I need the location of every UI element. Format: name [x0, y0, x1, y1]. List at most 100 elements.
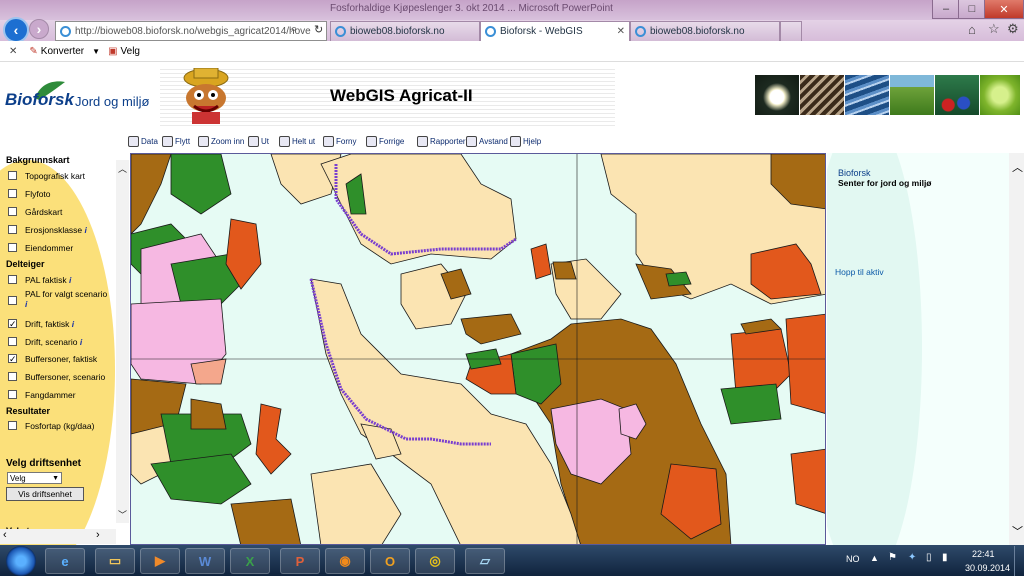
tool-reports[interactable]: Rapporter — [417, 134, 466, 148]
home-icon[interactable]: ⌂ — [968, 22, 976, 37]
info-icon[interactable]: i — [80, 337, 82, 347]
tool-previous[interactable]: Forrige — [366, 134, 404, 148]
tool-zoom-in[interactable]: Zoom inn — [198, 134, 244, 148]
layer-label: Flyfoto — [25, 189, 51, 199]
maximize-button[interactable]: □ — [958, 0, 986, 19]
map-canvas[interactable] — [130, 153, 826, 545]
firefox-icon[interactable]: ◉ — [325, 548, 365, 574]
scroll-up-icon[interactable]: ︿ — [118, 162, 127, 175]
help-icon — [510, 135, 521, 147]
settings-icon[interactable]: ⚙ — [1007, 21, 1019, 37]
outlook-icon[interactable]: O — [370, 548, 410, 574]
operation-unit-select[interactable]: Velg ▼ — [7, 472, 62, 484]
zoom-out-icon — [248, 135, 259, 147]
tool-pan[interactable]: Flytt — [162, 134, 190, 148]
favorites-icon[interactable]: ☆ — [988, 21, 1000, 37]
tab-1[interactable]: bioweb08.bioforsk.no — [330, 21, 480, 41]
layer-label: Buffersoner, faktisk — [25, 354, 98, 364]
signal-icon[interactable]: ▮ — [942, 552, 948, 563]
tool-zoom-out[interactable]: Ut — [248, 134, 269, 148]
start-button[interactable] — [6, 546, 36, 576]
search-icon[interactable]: ⌕ — [291, 23, 297, 36]
back-button[interactable]: ‹ — [3, 17, 29, 43]
language-indicator[interactable]: NO — [846, 554, 860, 564]
info-icon[interactable]: i — [72, 319, 74, 329]
folder-icon[interactable]: ▱ — [465, 548, 505, 574]
flag-icon[interactable]: ⚑ — [888, 552, 897, 563]
command-bar: ✕ ✎ Konverter ▼ ▣ Velg — [0, 41, 1024, 62]
layer-checkbox-buffer-actual[interactable]: ✓ — [8, 354, 17, 364]
tool-distance[interactable]: Avstand — [466, 134, 508, 148]
tool-refresh[interactable]: Forny — [323, 134, 356, 148]
refresh-icon — [323, 135, 334, 147]
clock-date[interactable]: 30.09.2014 — [965, 563, 1010, 573]
layer-label: PAL for valgt scenario — [25, 289, 108, 299]
measure-icon — [466, 135, 477, 147]
chrome-icon[interactable]: ◎ — [415, 548, 455, 574]
tool-label: Forrige — [379, 136, 405, 146]
layer-checkbox-buffer-scenario[interactable] — [8, 372, 17, 381]
layer-label: Buffersoner, scenario — [25, 372, 106, 382]
info-icon[interactable]: i — [69, 275, 71, 285]
clock-time[interactable]: 22:41 — [972, 549, 995, 559]
layer-checkbox-aerial[interactable] — [8, 189, 17, 198]
select-icon: ▣ — [108, 45, 118, 57]
network-icon[interactable]: ✦ — [908, 552, 916, 563]
convert-icon: ✎ — [29, 45, 38, 57]
new-tab-button[interactable] — [780, 21, 802, 41]
layer-panel-horizontal-scrollbar[interactable]: ‹ › — [0, 529, 116, 544]
jump-to-active-link[interactable]: Hopp til aktiv — [835, 267, 884, 277]
scroll-left-icon[interactable]: ‹ — [3, 529, 7, 541]
select-button[interactable]: Velg — [121, 46, 140, 57]
soil-image — [800, 75, 844, 115]
minimize-button[interactable]: – — [932, 0, 960, 19]
close-icon[interactable]: ✕ — [9, 46, 17, 57]
excel-icon[interactable]: X — [230, 548, 270, 574]
tab-2[interactable]: Bioforsk - WebGIS ✕ — [480, 21, 630, 41]
layer-checkbox-operation-scenario[interactable] — [8, 337, 17, 346]
close-window-button[interactable]: ✕ — [984, 0, 1024, 19]
layer-checkbox-pal-actual[interactable] — [8, 275, 17, 284]
tab-label: bioweb08.bioforsk.no — [350, 26, 445, 37]
show-operation-unit-button[interactable]: Vis driftsenhet — [6, 487, 84, 501]
tab-3[interactable]: bioweb08.bioforsk.no — [630, 21, 780, 41]
layer-checkbox-pal-scenario[interactable] — [8, 296, 17, 305]
layer-checkbox-catch-ponds[interactable] — [8, 390, 17, 399]
page-vertical-scrollbar[interactable]: ︿ ﹀ — [1009, 153, 1024, 545]
scroll-right-icon[interactable]: › — [96, 529, 100, 541]
layer-panel-vertical-scrollbar[interactable]: ︿ ﹀ — [116, 160, 129, 523]
powerpoint-icon[interactable]: P — [280, 548, 320, 574]
ie-icon[interactable]: e — [45, 548, 85, 574]
scroll-down-icon[interactable]: ﹀ — [118, 508, 127, 521]
address-bar[interactable]: http://bioweb08.bioforsk.no/webgis_agric… — [55, 21, 327, 41]
scroll-up-icon[interactable]: ︿ — [1012, 159, 1023, 175]
layer-checkbox-operation-actual[interactable]: ✓ — [8, 319, 17, 329]
scroll-down-icon[interactable]: ﹀ — [1012, 523, 1023, 539]
info-icon[interactable]: i — [85, 225, 87, 235]
info-icon[interactable]: i — [25, 299, 27, 309]
refresh-icon[interactable]: ↻ — [314, 23, 323, 36]
show-desktop-button[interactable] — [1014, 546, 1024, 576]
layer-checkbox-erosion[interactable] — [8, 225, 17, 234]
tab-label: Bioforsk - WebGIS — [500, 26, 583, 37]
battery-icon[interactable]: ▯ — [926, 552, 932, 563]
forward-button[interactable]: › — [29, 19, 49, 39]
explorer-icon[interactable]: ▭ — [95, 548, 135, 574]
tool-help[interactable]: Hjelp — [510, 134, 541, 148]
convert-button[interactable]: Konverter — [41, 46, 84, 57]
media-player-icon[interactable]: ▶ — [140, 548, 180, 574]
layer-checkbox-farm-map[interactable] — [8, 207, 17, 216]
chevron-down-icon[interactable]: ▼ — [92, 47, 100, 56]
layer-label: Topografisk kart — [25, 171, 85, 181]
tool-label: Flytt — [175, 136, 191, 146]
word-icon[interactable]: W — [185, 548, 225, 574]
layer-checkbox-properties[interactable] — [8, 243, 17, 252]
layer-checkbox-phosphorus-loss[interactable] — [8, 421, 17, 430]
close-tab-icon[interactable]: ✕ — [617, 26, 625, 37]
layer-checkbox-topographic[interactable] — [8, 171, 17, 180]
tool-label: Zoom inn — [211, 136, 245, 146]
org-name: Bioforsk — [838, 168, 871, 178]
tool-full-extent[interactable]: Helt ut — [279, 134, 315, 148]
tool-data[interactable]: Data — [128, 134, 158, 148]
show-hidden-icons-icon[interactable]: ▲ — [870, 553, 879, 563]
